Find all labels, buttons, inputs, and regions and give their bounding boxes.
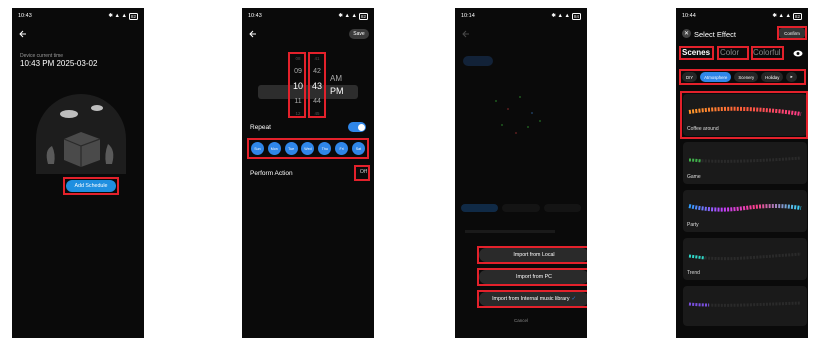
highlight-import-local: [477, 246, 587, 264]
highlight-tab-scenes: [679, 46, 714, 60]
cancel-button[interactable]: Cancel: [455, 318, 587, 323]
status-icons: ✱ ▲ ▲ 82: [338, 12, 368, 20]
status-time: 10:43: [248, 13, 262, 19]
battery-icon: 82: [128, 12, 138, 20]
led-strip-preview: [688, 301, 802, 307]
status-icons: ✱ ▲ ▲ 82: [108, 12, 138, 20]
effect-label: Trend: [687, 270, 700, 276]
dimmed-background-pill: [463, 56, 493, 66]
highlight-import-pc: [477, 268, 587, 286]
status-time: 10:14: [461, 13, 475, 19]
phone-screen-select-effect: 10:44 ✱ ▲ ▲ 82 ✕ Select Effect Confirm S…: [676, 8, 808, 338]
back-arrow-icon[interactable]: [248, 29, 258, 39]
status-bar: 10:44 ✱ ▲ ▲ 82: [682, 12, 802, 20]
highlight-category-chips: [679, 69, 806, 85]
dimmed-caption: [465, 230, 555, 233]
led-strip-preview: [688, 204, 802, 212]
repeat-label: Repeat: [250, 124, 271, 131]
bluetooth-wifi-signal-icon: ✱ ▲ ▲: [338, 13, 357, 19]
highlight-minute-picker: [308, 52, 326, 118]
effect-card-partial[interactable]: [683, 286, 807, 326]
back-arrow-icon[interactable]: [18, 29, 28, 39]
battery-icon: 84: [571, 12, 581, 20]
highlight-import-music: [477, 290, 587, 308]
highlight-tab-color: [717, 46, 749, 60]
battery-icon: 82: [792, 12, 802, 20]
effect-card-game[interactable]: Game: [683, 142, 807, 184]
am-option[interactable]: AM: [330, 74, 342, 83]
highlight-effect-card: [680, 91, 808, 139]
status-bar: 10:43 ✱ ▲ ▲ 82: [248, 12, 368, 20]
save-button[interactable]: Save: [349, 29, 369, 39]
effect-card-party[interactable]: Party: [683, 190, 807, 232]
highlight-weekdays: [247, 138, 369, 159]
bluetooth-wifi-signal-icon: ✱ ▲ ▲: [551, 13, 570, 19]
highlight-add-schedule: [63, 177, 119, 195]
repeat-toggle[interactable]: [348, 122, 366, 132]
empty-box-illustration: [36, 94, 126, 174]
status-bar: 10:43 ✱ ▲ ▲ 82: [18, 12, 138, 20]
page-title: Select Effect: [694, 30, 736, 39]
phone-screen-import-sheet: 10:14 ✱ ▲ ▲ 84 Import from Local Import …: [455, 8, 587, 338]
highlight-hour-picker: [288, 52, 306, 118]
battery-icon: 82: [358, 12, 368, 20]
dimmed-mode-tabs: [461, 204, 581, 212]
highlight-confirm: [777, 26, 807, 40]
phone-screen-schedule-empty: 10:43 ✱ ▲ ▲ 82 Device current time 10:43…: [12, 8, 144, 338]
effect-label: Party: [687, 222, 699, 228]
close-icon[interactable]: ✕: [682, 29, 691, 38]
highlight-perform-action: [354, 165, 370, 181]
back-arrow-icon: [462, 30, 469, 38]
status-time: 10:43: [18, 13, 32, 19]
status-icons: ✱ ▲ ▲ 84: [551, 12, 581, 20]
effect-label: Game: [687, 174, 701, 180]
phone-screen-schedule-edit: 10:43 ✱ ▲ ▲ 82 Save 08 09 10 11 12 41 42…: [242, 8, 374, 338]
bluetooth-wifi-signal-icon: ✱ ▲ ▲: [108, 13, 127, 19]
bluetooth-wifi-signal-icon: ✱ ▲ ▲: [772, 13, 791, 19]
perform-action-label: Perform Action: [250, 170, 293, 177]
highlight-tab-colorful: [751, 46, 784, 60]
led-strip-preview: [688, 252, 802, 261]
device-current-time: 10:43 PM 2025-03-02: [20, 59, 98, 68]
led-strip-preview: [688, 156, 802, 163]
eye-icon[interactable]: [793, 50, 803, 57]
effect-card-trend[interactable]: Trend: [683, 238, 807, 280]
pm-option-selected[interactable]: PM: [330, 86, 344, 96]
status-time: 10:44: [682, 13, 696, 19]
status-icons: ✱ ▲ ▲ 82: [772, 12, 802, 20]
status-bar: 10:14 ✱ ▲ ▲ 84: [461, 12, 581, 20]
